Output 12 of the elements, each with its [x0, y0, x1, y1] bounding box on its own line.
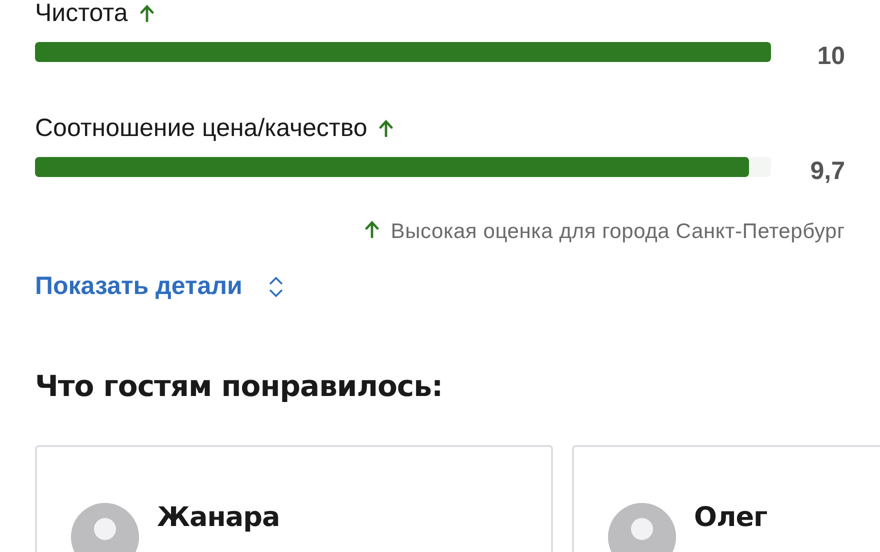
rating-score: 9,7 [810, 157, 845, 186]
rating-label: Чистота [35, 0, 128, 26]
rating-score: 10 [817, 42, 845, 71]
show-details-link[interactable]: Показать детали [35, 272, 242, 301]
avatar-icon [71, 503, 139, 552]
city-rating-note: Высокая оценка для города Санкт-Петербург [390, 220, 845, 244]
reviewer-name: Олег [694, 503, 768, 535]
rating-label: Соотношение цена/качество [35, 115, 368, 141]
section-heading: Что гостям понравилось: [35, 369, 444, 403]
reviewer-name: Жанара [157, 503, 280, 535]
expand-collapse-icon [268, 276, 284, 298]
avatar-icon [608, 503, 676, 552]
